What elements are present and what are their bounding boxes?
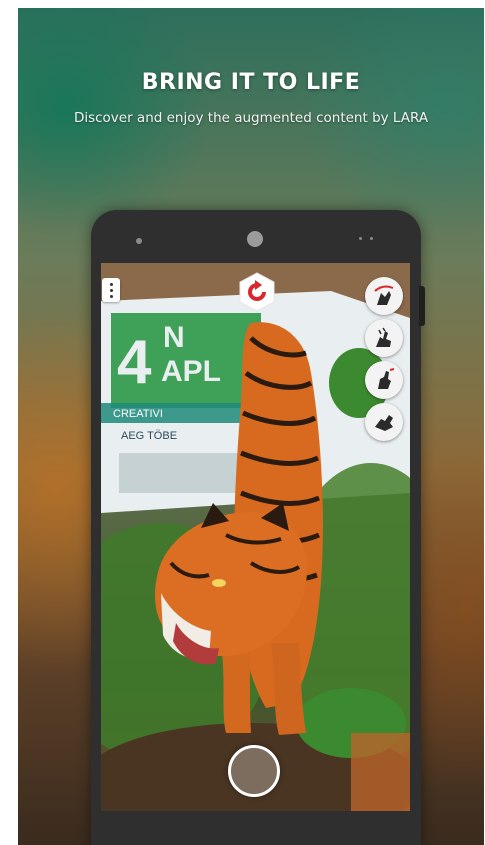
page-subtitle: Discover and enjoy the augmented content… <box>73 110 429 126</box>
tiger-front-leg-left <box>221 643 251 733</box>
magazine-photo <box>119 453 239 493</box>
reset-rotate-icon <box>239 272 275 312</box>
magazine-number: 4 <box>117 328 152 397</box>
phone-speaker-dot <box>136 238 142 244</box>
magazine-author: AEG TÖBE <box>121 430 177 442</box>
phone-mockup: 4 N APL CREATIVI AEG TÖBE <box>91 210 421 845</box>
ar-camera-view: 4 N APL CREATIVI AEG TÖBE <box>101 263 410 811</box>
overflow-menu-icon <box>109 282 113 286</box>
phone-sensor-dots <box>359 237 373 241</box>
orange-page-corner <box>351 733 410 811</box>
drag-gesture-button[interactable] <box>365 361 403 399</box>
rotate-gesture-icon <box>374 285 394 305</box>
tiger-eye <box>212 579 226 587</box>
ar-scene-illustration: 4 N APL CREATIVI AEG TÖBE <box>101 263 410 811</box>
reset-model-button[interactable] <box>238 272 276 312</box>
page-title: BRING IT TO LIFE <box>141 70 361 95</box>
magazine-word: APL <box>161 355 221 388</box>
swipe-gesture-button[interactable] <box>365 403 403 441</box>
rotate-gesture-button[interactable] <box>365 277 403 315</box>
pinch-gesture-button[interactable] <box>365 319 403 357</box>
swipe-gesture-icon <box>375 415 393 431</box>
phone-front-camera <box>247 231 263 247</box>
pinch-gesture-icon <box>376 327 391 347</box>
magazine-letter: N <box>163 321 185 354</box>
overflow-menu-button[interactable] <box>102 278 120 302</box>
onboarding-screen: BRING IT TO LIFE Discover and enjoy the … <box>18 8 484 845</box>
magazine-tagline: CREATIVI <box>113 408 163 420</box>
phone-side-button <box>419 286 425 326</box>
drag-gesture-icon <box>378 368 395 389</box>
camera-shutter-button[interactable] <box>228 745 280 797</box>
